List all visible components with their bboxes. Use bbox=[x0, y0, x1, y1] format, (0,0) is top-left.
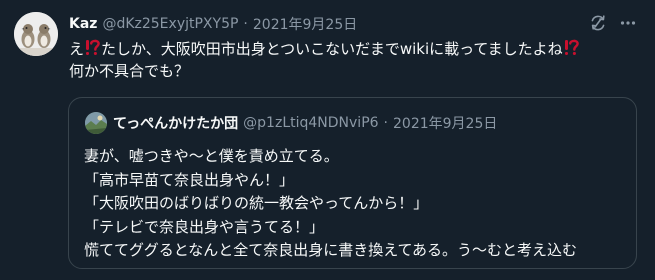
quoted-text-line: 「高市早苗て奈良出身やん！」 bbox=[84, 170, 295, 189]
avatar-birds-image bbox=[14, 12, 58, 56]
author-name[interactable]: Kaz bbox=[69, 16, 97, 32]
author-avatar[interactable] bbox=[14, 12, 58, 56]
more-options-button[interactable] bbox=[617, 12, 639, 34]
quoted-tweet-date[interactable]: 2021年9月25日 bbox=[393, 113, 497, 133]
translate-button[interactable] bbox=[587, 12, 609, 34]
tweet-text-line-1: えたしか、大阪吹田市出身とついこないだまでwikiに載ってましたよね bbox=[69, 38, 644, 60]
tweet[interactable]: Kaz @dKz25ExyjtPXY5P · 2021年9月25日 えたしか、大… bbox=[0, 0, 655, 280]
quoted-author-handle[interactable]: @p1zLtiq4NDNviP6 bbox=[243, 115, 378, 131]
quoted-text-line: 妻が、嘘つきや～と僕を責め立てる。 bbox=[84, 147, 339, 165]
avatar-landscape-image bbox=[85, 112, 107, 134]
exclamation-question-icon bbox=[86, 39, 100, 55]
quoted-author-name[interactable]: てっぺんかけたか団 bbox=[113, 113, 238, 133]
tweet-text: えたしか、大阪吹田市出身とついこないだまでwikiに載ってましたよね 何か不具合… bbox=[69, 38, 644, 82]
tweet-text-line-2: 何か不具合でも？ bbox=[69, 62, 190, 80]
tweet-text-segment-b: たしか、大阪吹田市出身とついこないだまでwikiに載ってましたよね bbox=[101, 40, 563, 58]
author-handle[interactable]: @dKz25ExyjtPXY5P bbox=[102, 16, 238, 32]
separator-dot: · bbox=[383, 115, 388, 131]
quoted-tweet-header: てっぺんかけたか団 @p1zLtiq4NDNviP6 · 2021年9月25日 bbox=[113, 112, 497, 134]
tweet-text-segment-a: え bbox=[69, 40, 85, 58]
quoted-tweet-text: 妻が、嘘つきや～と僕を責め立てる。 「高市早苗て奈良出身やん！」 「大阪吹田のば… bbox=[84, 145, 624, 263]
translate-icon bbox=[591, 15, 605, 31]
separator-dot: · bbox=[243, 16, 248, 32]
tweet-header: Kaz @dKz25ExyjtPXY5P · 2021年9月25日 bbox=[69, 13, 357, 35]
quoted-text-line: 「テレビで奈良出身や言うてる！」 bbox=[84, 217, 325, 236]
quoted-tweet-card[interactable]: てっぺんかけたか団 @p1zLtiq4NDNviP6 · 2021年9月25日 … bbox=[68, 97, 637, 269]
more-icon bbox=[620, 21, 636, 25]
exclamation-question-icon bbox=[564, 39, 579, 55]
quoted-text-line: 慌ててググるとなんと全て奈良出身に書き換えてある。う～むと考え込む bbox=[84, 241, 578, 259]
tweet-date[interactable]: 2021年9月25日 bbox=[253, 14, 357, 34]
quoted-text-line: 「大阪吹田のばりばりの統一教会やってんから！」 bbox=[84, 194, 429, 212]
quoted-author-avatar[interactable] bbox=[85, 112, 107, 134]
